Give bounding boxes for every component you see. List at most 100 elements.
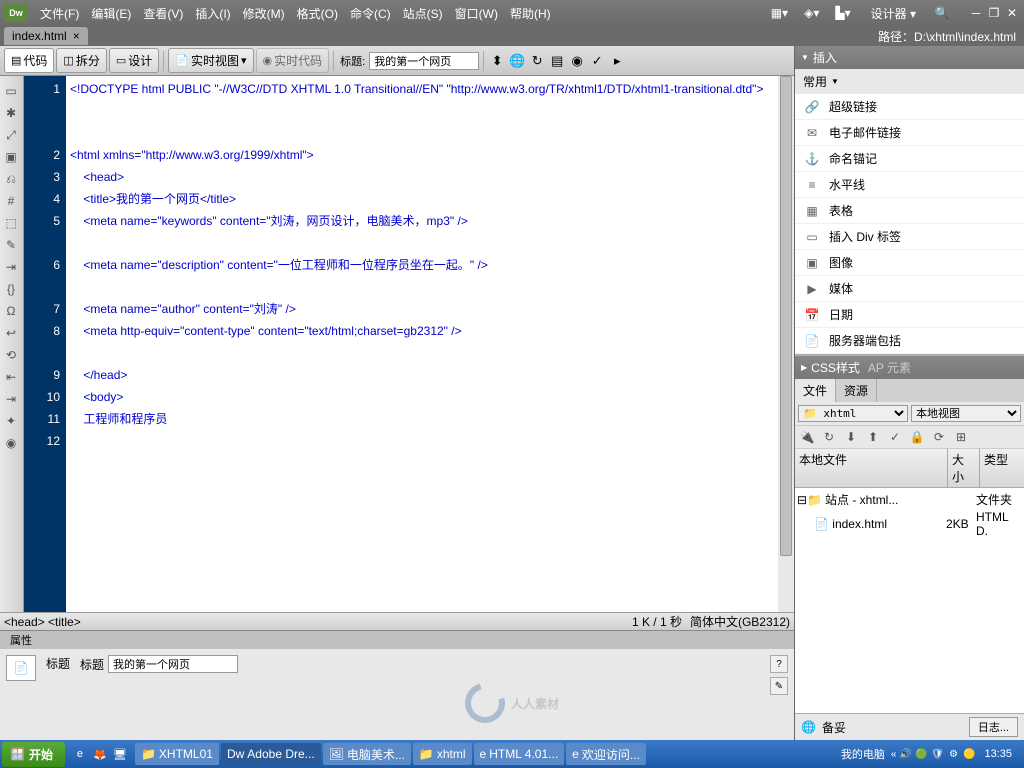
file-tree-row[interactable]: ⊟ 📁站点 - xhtml...文件夹 [797, 490, 1022, 509]
menu-item[interactable]: 查看(V) [137, 1, 189, 26]
files-tab[interactable]: 文件 [795, 379, 836, 402]
view-options-icon[interactable]: ▤ [548, 52, 566, 70]
refresh-files-icon[interactable]: ↻ [819, 428, 839, 446]
format-icon[interactable]: ✦ [0, 410, 22, 432]
indent-left-icon[interactable]: ⇤ [0, 366, 22, 388]
split-view-button[interactable]: ◫ 拆分 [56, 48, 106, 73]
insert-item[interactable]: ⚓命名锚记 [795, 146, 1024, 172]
taskbar-task[interactable]: eHTML 4.01... [474, 743, 565, 765]
workspace-switcher[interactable]: 设计器 ▾ [863, 3, 924, 24]
tray-icon-3[interactable]: 🛡 [930, 747, 944, 761]
col-size[interactable]: 大小 [948, 449, 980, 487]
menu-item[interactable]: 格式(O) [291, 1, 344, 26]
code-view-button[interactable]: ▤ 代码 [4, 48, 54, 73]
menu-item[interactable]: 文件(F) [34, 1, 85, 26]
insert-item[interactable]: 📅日期 [795, 302, 1024, 328]
file-tree-row[interactable]: 📄index.html2KBHTML D. [797, 509, 1022, 539]
auto-indent-icon[interactable]: ⇥ [0, 256, 22, 278]
extend-dropdown[interactable]: ▙▾ [831, 4, 854, 22]
col-localfile[interactable]: 本地文件 [795, 449, 948, 487]
insert-item[interactable]: ▶媒体 [795, 276, 1024, 302]
menu-item[interactable]: 命令(C) [344, 1, 397, 26]
wrap-tag-icon[interactable]: ↩ [0, 322, 22, 344]
insert-item[interactable]: 📄服务器端包括 [795, 328, 1024, 354]
insert-item[interactable]: 🔗超级链接 [795, 94, 1024, 120]
connect-icon[interactable]: 🔌 [797, 428, 817, 446]
ql-firefox-icon[interactable]: 🦊 [91, 745, 109, 763]
vertical-scrollbar[interactable] [778, 76, 794, 612]
snippet-icon[interactable]: {} [0, 278, 22, 300]
site-select[interactable]: 📁 xhtml [798, 405, 908, 422]
assets-tab[interactable]: 资源 [836, 379, 877, 402]
tray-icon-5[interactable]: 🟡 [962, 747, 976, 761]
search-icon[interactable]: 🔍 [932, 3, 952, 23]
taskbar-task[interactable]: 🖼电脑美术... [323, 743, 411, 765]
insert-panel-header[interactable]: ▼插入 [795, 46, 1024, 69]
syntax-icon[interactable]: ✎ [0, 234, 22, 256]
clock[interactable]: 13:35 [978, 748, 1018, 760]
taskbar-task[interactable]: 📁xhtml [413, 743, 472, 765]
design-view-button[interactable]: ▭ 设计 [109, 48, 159, 73]
tag-selector[interactable]: <head> <title> [4, 615, 81, 629]
balance-icon[interactable]: ⎌ [0, 168, 22, 190]
apply-icon[interactable]: ◉ [0, 432, 22, 454]
prop-title-input[interactable] [108, 655, 238, 673]
insert-item[interactable]: ✉电子邮件链接 [795, 120, 1024, 146]
checkout-icon[interactable]: ✓ [885, 428, 905, 446]
check-icon[interactable]: ▸ [608, 52, 626, 70]
menu-item[interactable]: 帮助(H) [504, 1, 557, 26]
start-button[interactable]: 🪟 开始 [2, 742, 65, 767]
select-parent-icon[interactable]: ▣ [0, 146, 22, 168]
tray-icon-1[interactable]: 🔊 [898, 747, 912, 761]
line-numbers-icon[interactable]: # [0, 190, 22, 212]
desktop-label[interactable]: 我的电脑 [841, 746, 885, 762]
menu-item[interactable]: 编辑(E) [85, 1, 137, 26]
properties-tab[interactable]: 属性 [0, 630, 42, 650]
document-tab[interactable]: index.html × [4, 27, 88, 45]
insert-category[interactable]: 常用 ▼ [795, 69, 1024, 94]
insert-item[interactable]: ▭插入 Div 标签 [795, 224, 1024, 250]
validate-icon[interactable]: ✓ [588, 52, 606, 70]
code-content[interactable]: <!DOCTYPE html PUBLIC "-//W3C//DTD XHTML… [66, 76, 778, 612]
help-icon[interactable]: ? [770, 655, 788, 673]
menu-item[interactable]: 修改(M) [237, 1, 291, 26]
taskbar-task[interactable]: DwAdobe Dre... [221, 743, 321, 765]
quick-tag-icon[interactable]: ✎ [770, 677, 788, 695]
tray-icon-4[interactable]: ⚙ [946, 747, 960, 761]
col-type[interactable]: 类型 [980, 449, 1024, 487]
css-panel-header[interactable]: ▶CSS样式AP 元素 [795, 356, 1024, 379]
indent-right-icon[interactable]: ⇥ [0, 388, 22, 410]
menu-item[interactable]: 插入(I) [189, 1, 236, 26]
close-button[interactable]: ✕ [1004, 6, 1020, 20]
expand-files-icon[interactable]: ⊞ [951, 428, 971, 446]
inspect-dropdown[interactable]: ◈▾ [800, 4, 823, 22]
get-icon[interactable]: ⬇ [841, 428, 861, 446]
taskbar-task[interactable]: e欢迎访问... [566, 743, 646, 765]
title-input[interactable] [369, 52, 479, 70]
taskbar-task[interactable]: 📁XHTML01 [135, 743, 219, 765]
ql-desktop-icon[interactable]: 🖥 [111, 745, 129, 763]
refresh-icon[interactable]: ↻ [528, 52, 546, 70]
sync-icon[interactable]: ⟳ [929, 428, 949, 446]
expand-icon[interactable]: ⤢ [0, 124, 22, 146]
view-select[interactable]: 本地视图 [911, 405, 1021, 422]
menu-item[interactable]: 窗口(W) [449, 1, 504, 26]
visual-aids-icon[interactable]: ◉ [568, 52, 586, 70]
insert-item[interactable]: ▦表格 [795, 198, 1024, 224]
minimize-button[interactable]: ─ [968, 6, 984, 20]
preview-icon[interactable]: 🌐 [508, 52, 526, 70]
log-button[interactable]: 日志... [969, 717, 1018, 737]
open-docs-icon[interactable]: ▭ [0, 80, 22, 102]
tab-close-icon[interactable]: × [73, 29, 80, 43]
menu-item[interactable]: 站点(S) [397, 1, 449, 26]
collapse-icon[interactable]: ✱ [0, 102, 22, 124]
ql-ie-icon[interactable]: e [71, 745, 89, 763]
insert-item[interactable]: ≡水平线 [795, 172, 1024, 198]
restore-button[interactable]: ❐ [986, 6, 1002, 20]
file-management-icon[interactable]: ⬍ [488, 52, 506, 70]
comment-icon[interactable]: Ω [0, 300, 22, 322]
recent-icon[interactable]: ⟲ [0, 344, 22, 366]
tray-expand-icon[interactable]: « [891, 749, 897, 760]
tray-icon-2[interactable]: 🟢 [914, 747, 928, 761]
liveview-button[interactable]: 📄 实时视图 ▾ [168, 48, 253, 73]
